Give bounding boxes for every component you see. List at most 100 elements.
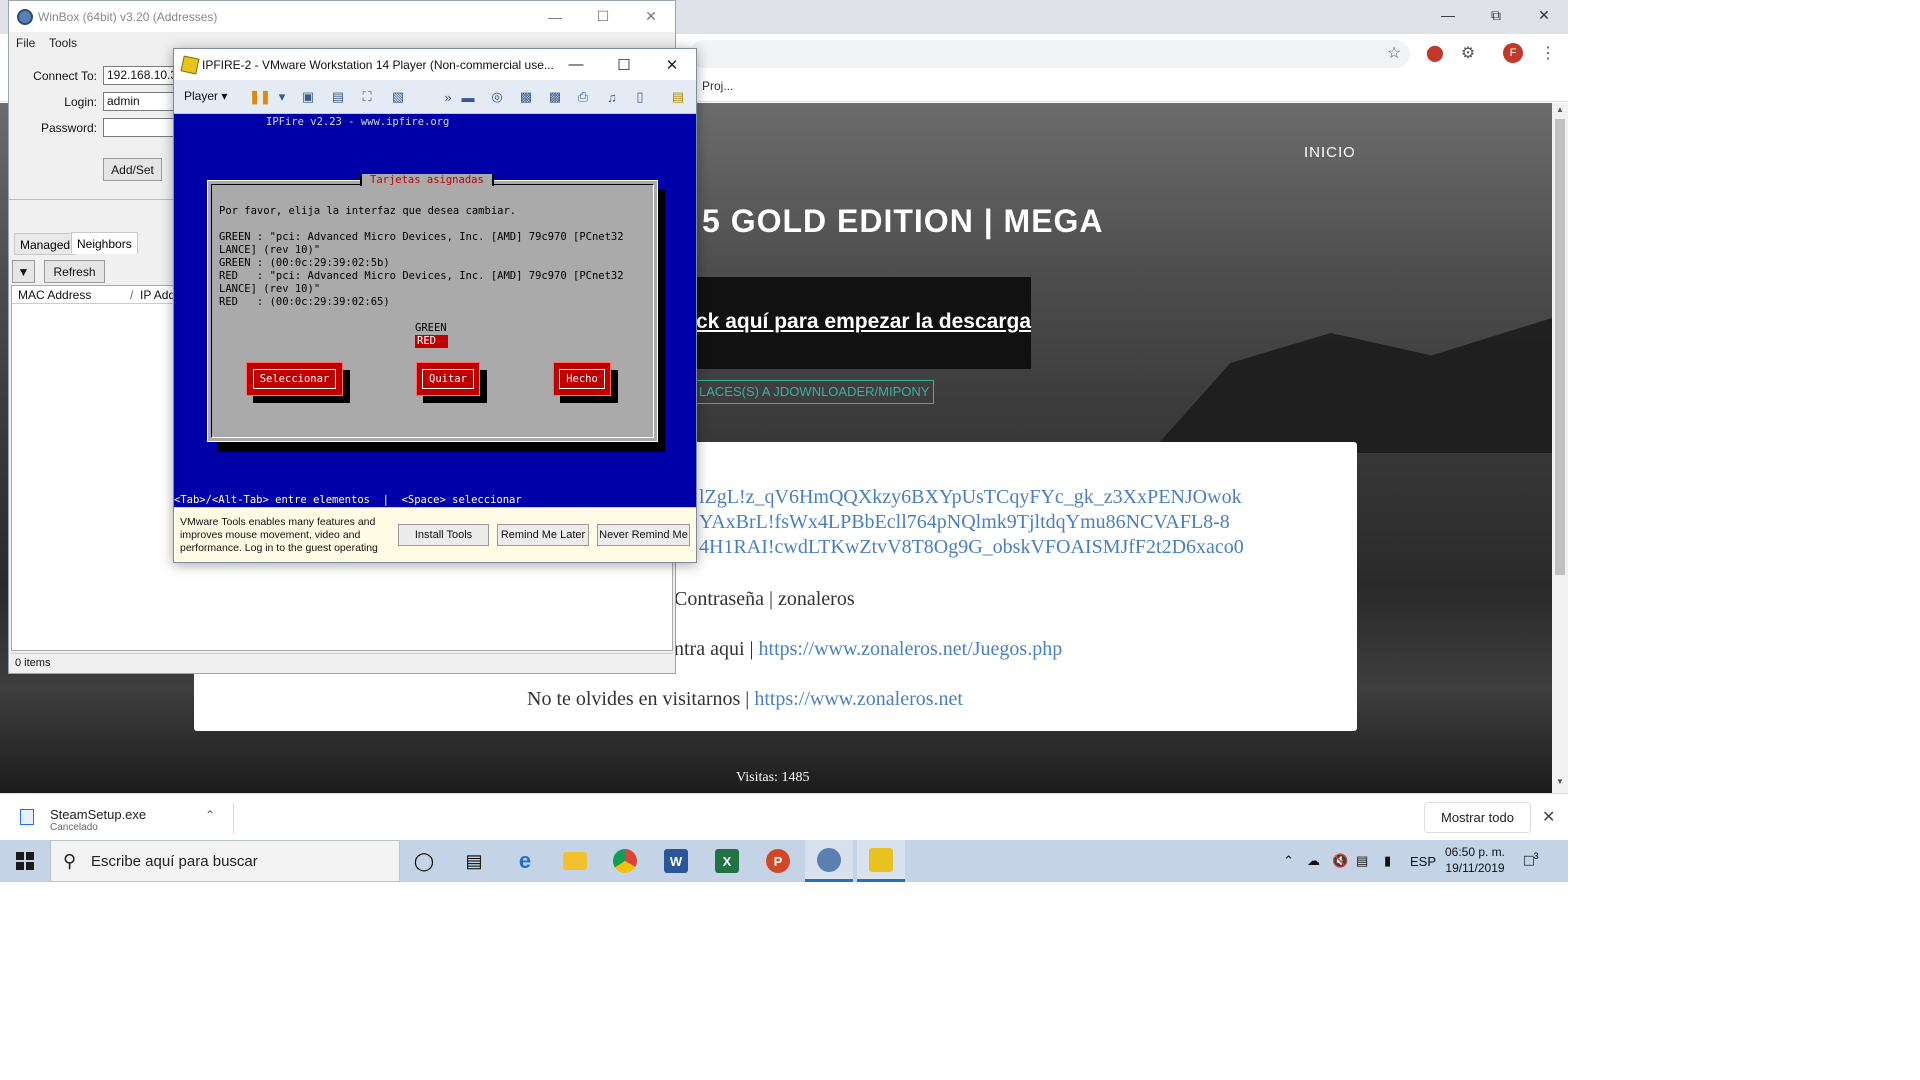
menu-tools[interactable]: Tools <box>49 36 77 50</box>
scroll-down-icon[interactable]: ▼ <box>1552 777 1568 791</box>
removable-devices-icon[interactable]: ▤ <box>328 87 348 107</box>
more-icon[interactable]: » <box>438 87 458 107</box>
profile-avatar[interactable]: F <box>1503 43 1523 63</box>
tab-neighbors[interactable]: Neighbors <box>71 232 138 254</box>
refresh-button[interactable]: Refresh <box>44 260 105 283</box>
visit-counter: Visitas: 1485 <box>736 770 810 785</box>
juegos-link[interactable]: https://www.zonaleros.net/Juegos.php <box>759 638 1063 660</box>
mega-link-2[interactable]: YAxBrL!fsWx4LPBbEcll764pNQlmk9TjltdqYmu8… <box>699 511 1230 534</box>
quitar-button[interactable]: Quitar <box>416 362 480 396</box>
usb-icon[interactable]: ▯ <box>630 87 650 107</box>
winbox-titlebar[interactable]: WinBox (64bit) v3.20 (Addresses) — ☐ ✕ <box>9 1 675 32</box>
download-file-name[interactable]: SteamSetup.exe <box>50 807 146 822</box>
close-icon[interactable]: ✕ <box>1520 0 1568 30</box>
vm-console[interactable]: IPFire v2.23 - www.ipfire.org Tarjetas a… <box>174 114 696 507</box>
chrome-icon[interactable] <box>601 840 649 882</box>
unity-icon[interactable]: ▧ <box>388 87 408 107</box>
menu-kebab-icon[interactable]: ⋮ <box>1538 43 1558 63</box>
volume-muted-icon[interactable]: 🔇 <box>1332 840 1348 882</box>
minimize-icon[interactable]: — <box>531 1 579 32</box>
password-text: Contraseña | zonaleros <box>674 588 855 610</box>
restore-icon[interactable]: ⧉ <box>1472 0 1520 30</box>
player-menu[interactable]: Player ▾ <box>184 89 227 103</box>
minimize-icon[interactable]: — <box>1424 0 1472 30</box>
mega-link-1[interactable]: lZgL!z_qV6HmQQXkzy6BXYpUsTCqyFYc_gk_z3Xx… <box>699 486 1242 509</box>
scroll-up-icon[interactable]: ▲ <box>1552 105 1568 119</box>
cd-drive-icon[interactable]: ◎ <box>487 87 507 107</box>
chevron-down-icon[interactable]: ▾ <box>272 87 292 107</box>
taskbar-search[interactable]: ⚲ Escribe aquí para buscar <box>50 840 400 882</box>
zonaleros-link[interactable]: https://www.zonaleros.net <box>754 688 963 710</box>
pause-icon[interactable]: ❚❚ <box>249 87 271 107</box>
file-explorer-icon[interactable] <box>551 840 599 882</box>
hard-disk-icon[interactable]: ▬ <box>458 87 478 107</box>
battery-icon[interactable]: ▮ <box>1384 840 1391 882</box>
connect-to-field[interactable]: 192.168.10.3 <box>103 66 183 85</box>
word-icon[interactable]: W <box>652 840 700 882</box>
nav-inicio[interactable]: INICIO <box>1304 144 1356 161</box>
bookmark-star-icon[interactable]: ☆ <box>1384 43 1404 63</box>
remind-later-button[interactable]: Remind Me Later <box>497 524 589 546</box>
tab-managed[interactable]: Managed <box>14 233 77 255</box>
close-icon[interactable]: ✕ <box>627 1 675 32</box>
column-mac-address[interactable]: MAC Address <box>18 288 91 302</box>
install-tools-button[interactable]: Install Tools <box>398 524 489 546</box>
extension-puzzle-icon[interactable]: ⚙ <box>1458 43 1478 63</box>
network-adapter-icon[interactable]: ▩ <box>516 87 536 107</box>
password-field[interactable] <box>103 118 183 137</box>
download-status: Cancelado <box>50 822 98 833</box>
vmware-toolbar: Player ▾ ❚❚ ▾ ▣ ▤ ⛶ ▧ » ▬ ◎ ▩ ▩ ⎙ ♫ ▯ ▤ <box>174 80 696 114</box>
option-green[interactable]: GREEN <box>415 322 447 335</box>
vmware-titlebar[interactable]: IPFIRE-2 - VMware Workstation 14 Player … <box>174 49 696 80</box>
column-ip-address[interactable]: IP Add <box>140 288 175 302</box>
minimize-icon[interactable]: — <box>552 49 600 80</box>
excel-icon[interactable]: X <box>703 840 751 882</box>
network-adapter-2-icon[interactable]: ▩ <box>545 87 565 107</box>
powerpoint-icon[interactable]: P <box>754 840 802 882</box>
address-bar[interactable] <box>690 40 1410 68</box>
login-field[interactable]: admin <box>103 92 183 111</box>
vmware-logo-icon <box>180 55 200 75</box>
task-view-icon[interactable]: ▤ <box>450 840 498 882</box>
winbox-taskbar-icon[interactable] <box>805 840 853 882</box>
download-button[interactable]: ck aquí para empezar la descarga <box>660 277 1031 369</box>
cortana-icon[interactable]: ◯ <box>400 840 448 882</box>
background-rock <box>1150 318 1552 453</box>
notification-center-icon[interactable]: □3 <box>1524 851 1539 870</box>
maximize-icon[interactable]: ☐ <box>600 49 648 80</box>
never-remind-button[interactable]: Never Remind Me <box>597 524 690 546</box>
mega-link-3[interactable]: 4H1RAI!cwdLTKwZtvV8T8Og9G_obskVFOAISMJfF… <box>699 536 1244 559</box>
network-icon[interactable]: ▤ <box>1356 840 1368 882</box>
chrome-window-controls: — ⧉ ✕ <box>1424 0 1568 30</box>
scrollbar-thumb[interactable] <box>1555 119 1565 575</box>
vmware-taskbar-icon[interactable] <box>857 840 905 882</box>
extension-icon[interactable]: ⬤ <box>1425 43 1445 63</box>
sound-card-icon[interactable]: ♫ <box>602 87 622 107</box>
edge-icon[interactable]: e <box>501 840 549 882</box>
hecho-button[interactable]: Hecho <box>553 362 611 396</box>
interface-dialog: Tarjetas asignadas Por favor, elija la i… <box>207 174 658 442</box>
tray-chevron-icon[interactable]: ⌃ <box>1283 840 1294 882</box>
menu-file[interactable]: File <box>16 36 35 50</box>
enlaces-button[interactable]: LACES(S) A JDOWNLOADER/MIPONY <box>662 380 934 404</box>
add-set-button[interactable]: Add/Set <box>103 158 162 181</box>
message-log-icon[interactable]: ▤ <box>668 87 688 107</box>
bookmark-item[interactable]: Proj... <box>702 79 733 93</box>
winbox-title: WinBox (64bit) v3.20 (Addresses) <box>38 10 218 24</box>
language-indicator[interactable]: ESP <box>1410 840 1436 882</box>
start-button[interactable] <box>0 840 50 882</box>
show-all-button[interactable]: Mostrar todo <box>1424 802 1531 833</box>
seleccionar-button[interactable]: Seleccionar <box>246 362 343 396</box>
printer-icon[interactable]: ⎙ <box>573 87 593 107</box>
clock[interactable]: 06:50 p. m. 19/11/2019 <box>1440 844 1510 876</box>
chevron-up-icon[interactable]: ⌃ <box>205 808 215 822</box>
close-icon[interactable]: ✕ <box>1542 807 1555 827</box>
maximize-icon[interactable]: ☐ <box>579 1 627 32</box>
page-scrollbar[interactable]: ▲ ▼ <box>1552 103 1568 793</box>
close-icon[interactable]: ✕ <box>648 49 696 80</box>
option-red-selected[interactable]: RED <box>415 335 448 348</box>
cloud-icon[interactable]: ☁ <box>1307 840 1320 882</box>
fullscreen-icon[interactable]: ⛶ <box>357 87 377 107</box>
send-ctrl-alt-del-icon[interactable]: ▣ <box>298 87 318 107</box>
filter-icon[interactable]: ▼ <box>12 260 35 283</box>
